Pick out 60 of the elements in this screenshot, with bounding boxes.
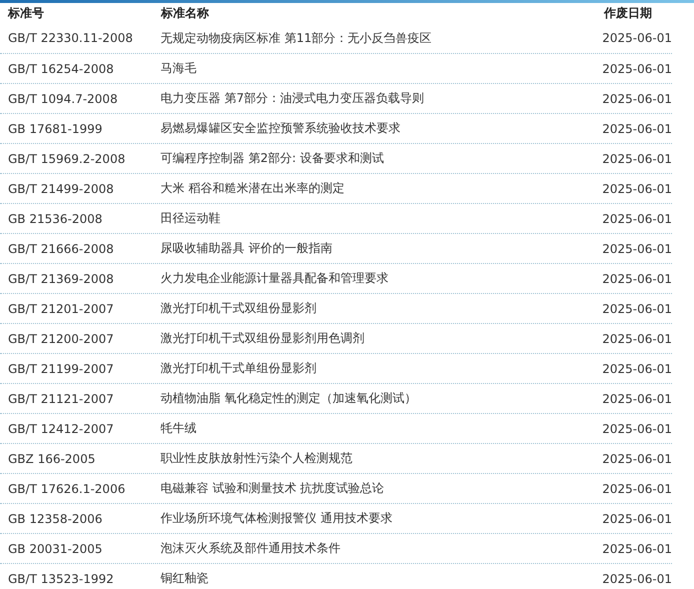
table-cell-text: GB/T 21666-2008: [8, 242, 115, 256]
table-cell-text: 火力发电企业能源计量器具配备和管理要求: [160, 270, 390, 287]
table-cell-text: 可编程序控制器 第2部分: 设备要求和测试: [160, 150, 385, 167]
column-header: 标准名称: [161, 4, 210, 22]
table-cell-text: 田径运动鞋: [160, 210, 222, 227]
column-header: 作废日期: [604, 4, 652, 22]
table-cell-text: 铜红釉瓷: [160, 570, 210, 587]
table-cell: 2025-06-01: [602, 62, 672, 76]
table-cell-text: 电力变压器 第7部分：油浸式电力变压器负载导则: [160, 90, 425, 107]
table-cell-text: 职业性皮肤放射性污染个人检测规范: [160, 450, 354, 467]
table-cell-text: GB/T 21499-2008: [8, 182, 115, 196]
table-cell: 2025-06-01: [602, 272, 672, 286]
table-cell: 2025-06-01: [602, 452, 672, 466]
table-cell: 2025-06-01: [602, 542, 672, 556]
table-cell: 2025-06-01: [602, 332, 672, 346]
table-cell: 2025-06-01: [602, 482, 672, 496]
table-cell-text: 激光打印机干式双组份显影剂用色调剂: [160, 330, 366, 347]
table-cell-text: GB 20031-2005: [8, 542, 104, 556]
table-cell-text: 马海毛: [160, 60, 198, 77]
table-cell-text: GB 17681-1999: [8, 122, 104, 136]
table-cell: 2025-06-01: [602, 182, 672, 196]
table-cell-text: GB/T 1094.7-2008: [8, 92, 119, 106]
table-cell-text: GB/T 21121-2007: [8, 392, 115, 406]
table-cell-text: GB/T 21201-2007: [8, 302, 115, 316]
table-cell: 2025-06-01: [602, 242, 672, 256]
table-cell: 2025-06-01: [602, 572, 672, 586]
table-cell-text: 易燃易爆罐区安全监控预警系统验收技术要求: [160, 120, 402, 137]
table-cell-text: 泡沫灭火系统及部件通用技术条件: [160, 540, 342, 557]
table-cell: 2025-06-01: [602, 302, 672, 316]
table-cell-text: GB/T 21199-2007: [8, 362, 115, 376]
table-cell-text: GB/T 22330.11-2008: [8, 31, 134, 45]
table-cell-text: 激光打印机干式单组份显影剂: [160, 360, 318, 377]
table-cell-text: GB/T 16254-2008: [8, 62, 115, 76]
column-header: 标准号: [8, 4, 45, 22]
table-cell-text: GB/T 13523-1992: [8, 572, 115, 586]
table-cell-text: 电磁兼容 试验和测量技术 抗扰度试验总论: [160, 480, 386, 497]
table-cell-text: 动植物油脂 氧化稳定性的测定（加速氧化测试）: [160, 390, 418, 407]
table-cell: 2025-06-01: [602, 122, 672, 136]
table-cell: 2025-06-01: [602, 512, 672, 526]
table-cell-text: GB/T 17626.1-2006: [8, 482, 126, 496]
table-cell-text: GB 21536-2008: [8, 212, 104, 226]
table-cell-text: 作业场所环境气体检测报警仪 通用技术要求: [160, 510, 394, 527]
table-cell-text: GB/T 15969.2-2008: [8, 152, 126, 166]
table-cell-text: 大米 稻谷和糙米潜在出米率的测定: [160, 180, 346, 197]
table-cell: 2025-06-01: [602, 92, 672, 106]
table-cell-text: GB/T 21200-2007: [8, 332, 115, 346]
table-cell-text: 牦牛绒: [160, 420, 198, 437]
table-cell: 2025-06-01: [602, 212, 672, 226]
table-cell: 2025-06-01: [602, 392, 672, 406]
table-cell-text: GBZ 166-2005: [8, 452, 96, 466]
table-cell: 2025-06-01: [602, 422, 672, 436]
table-cell: 2025-06-01: [602, 31, 672, 45]
table-cell-text: 激光打印机干式双组份显影剂: [160, 300, 318, 317]
table-cell-text: GB/T 21369-2008: [8, 272, 115, 286]
table-cell-text: 尿吸收辅助器具 评价的一般指南: [160, 240, 334, 257]
table-cell: 2025-06-01: [602, 362, 672, 376]
table-cell: 2025-06-01: [602, 152, 672, 166]
table-cell-text: GB/T 12412-2007: [8, 422, 115, 436]
table-cell-text: 无规定动物疫病区标准 第11部分：无小反刍兽疫区: [160, 30, 433, 46]
table-cell-text: GB 12358-2006: [8, 512, 104, 526]
